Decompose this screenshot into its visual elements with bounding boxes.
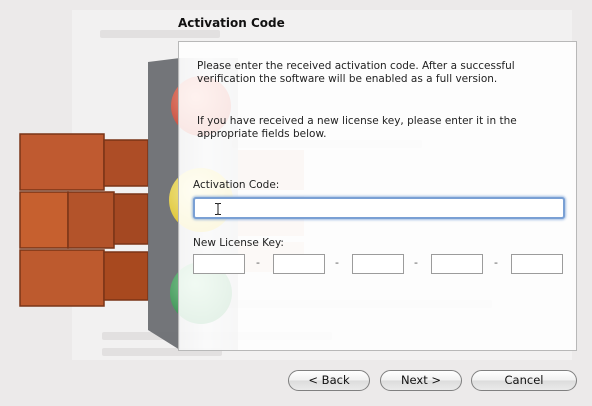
key-separator: - — [414, 256, 418, 269]
key-separator: - — [494, 256, 498, 269]
new-license-key-label: New License Key: — [193, 237, 284, 249]
key-separator: - — [335, 256, 339, 269]
license-key-field-4[interactable] — [431, 254, 483, 274]
activation-code-input[interactable] — [193, 197, 565, 219]
license-info-text: If you have received a new license key, … — [197, 115, 557, 141]
activation-panel: Please enter the received activation cod… — [178, 41, 577, 351]
license-line-2: appropriate fields below. — [197, 128, 327, 140]
intro-text: Please enter the received activation cod… — [197, 60, 557, 86]
license-line-1: If you have received a new license key, … — [197, 115, 517, 127]
key-separator: - — [256, 256, 260, 269]
cancel-button[interactable]: Cancel — [471, 370, 577, 391]
text-cursor-icon — [215, 203, 221, 215]
back-button[interactable]: < Back — [288, 370, 370, 391]
license-key-field-1[interactable] — [193, 254, 245, 274]
license-key-field-5[interactable] — [511, 254, 563, 274]
dialog-title: Activation Code — [178, 16, 285, 30]
intro-line-1: Please enter the received activation cod… — [197, 60, 515, 72]
license-key-field-3[interactable] — [352, 254, 404, 274]
license-key-field-2[interactable] — [273, 254, 325, 274]
intro-line-2: verification the software will be enable… — [197, 73, 498, 85]
activation-code-label: Activation Code: — [193, 179, 280, 191]
next-button[interactable]: Next > — [380, 370, 462, 391]
